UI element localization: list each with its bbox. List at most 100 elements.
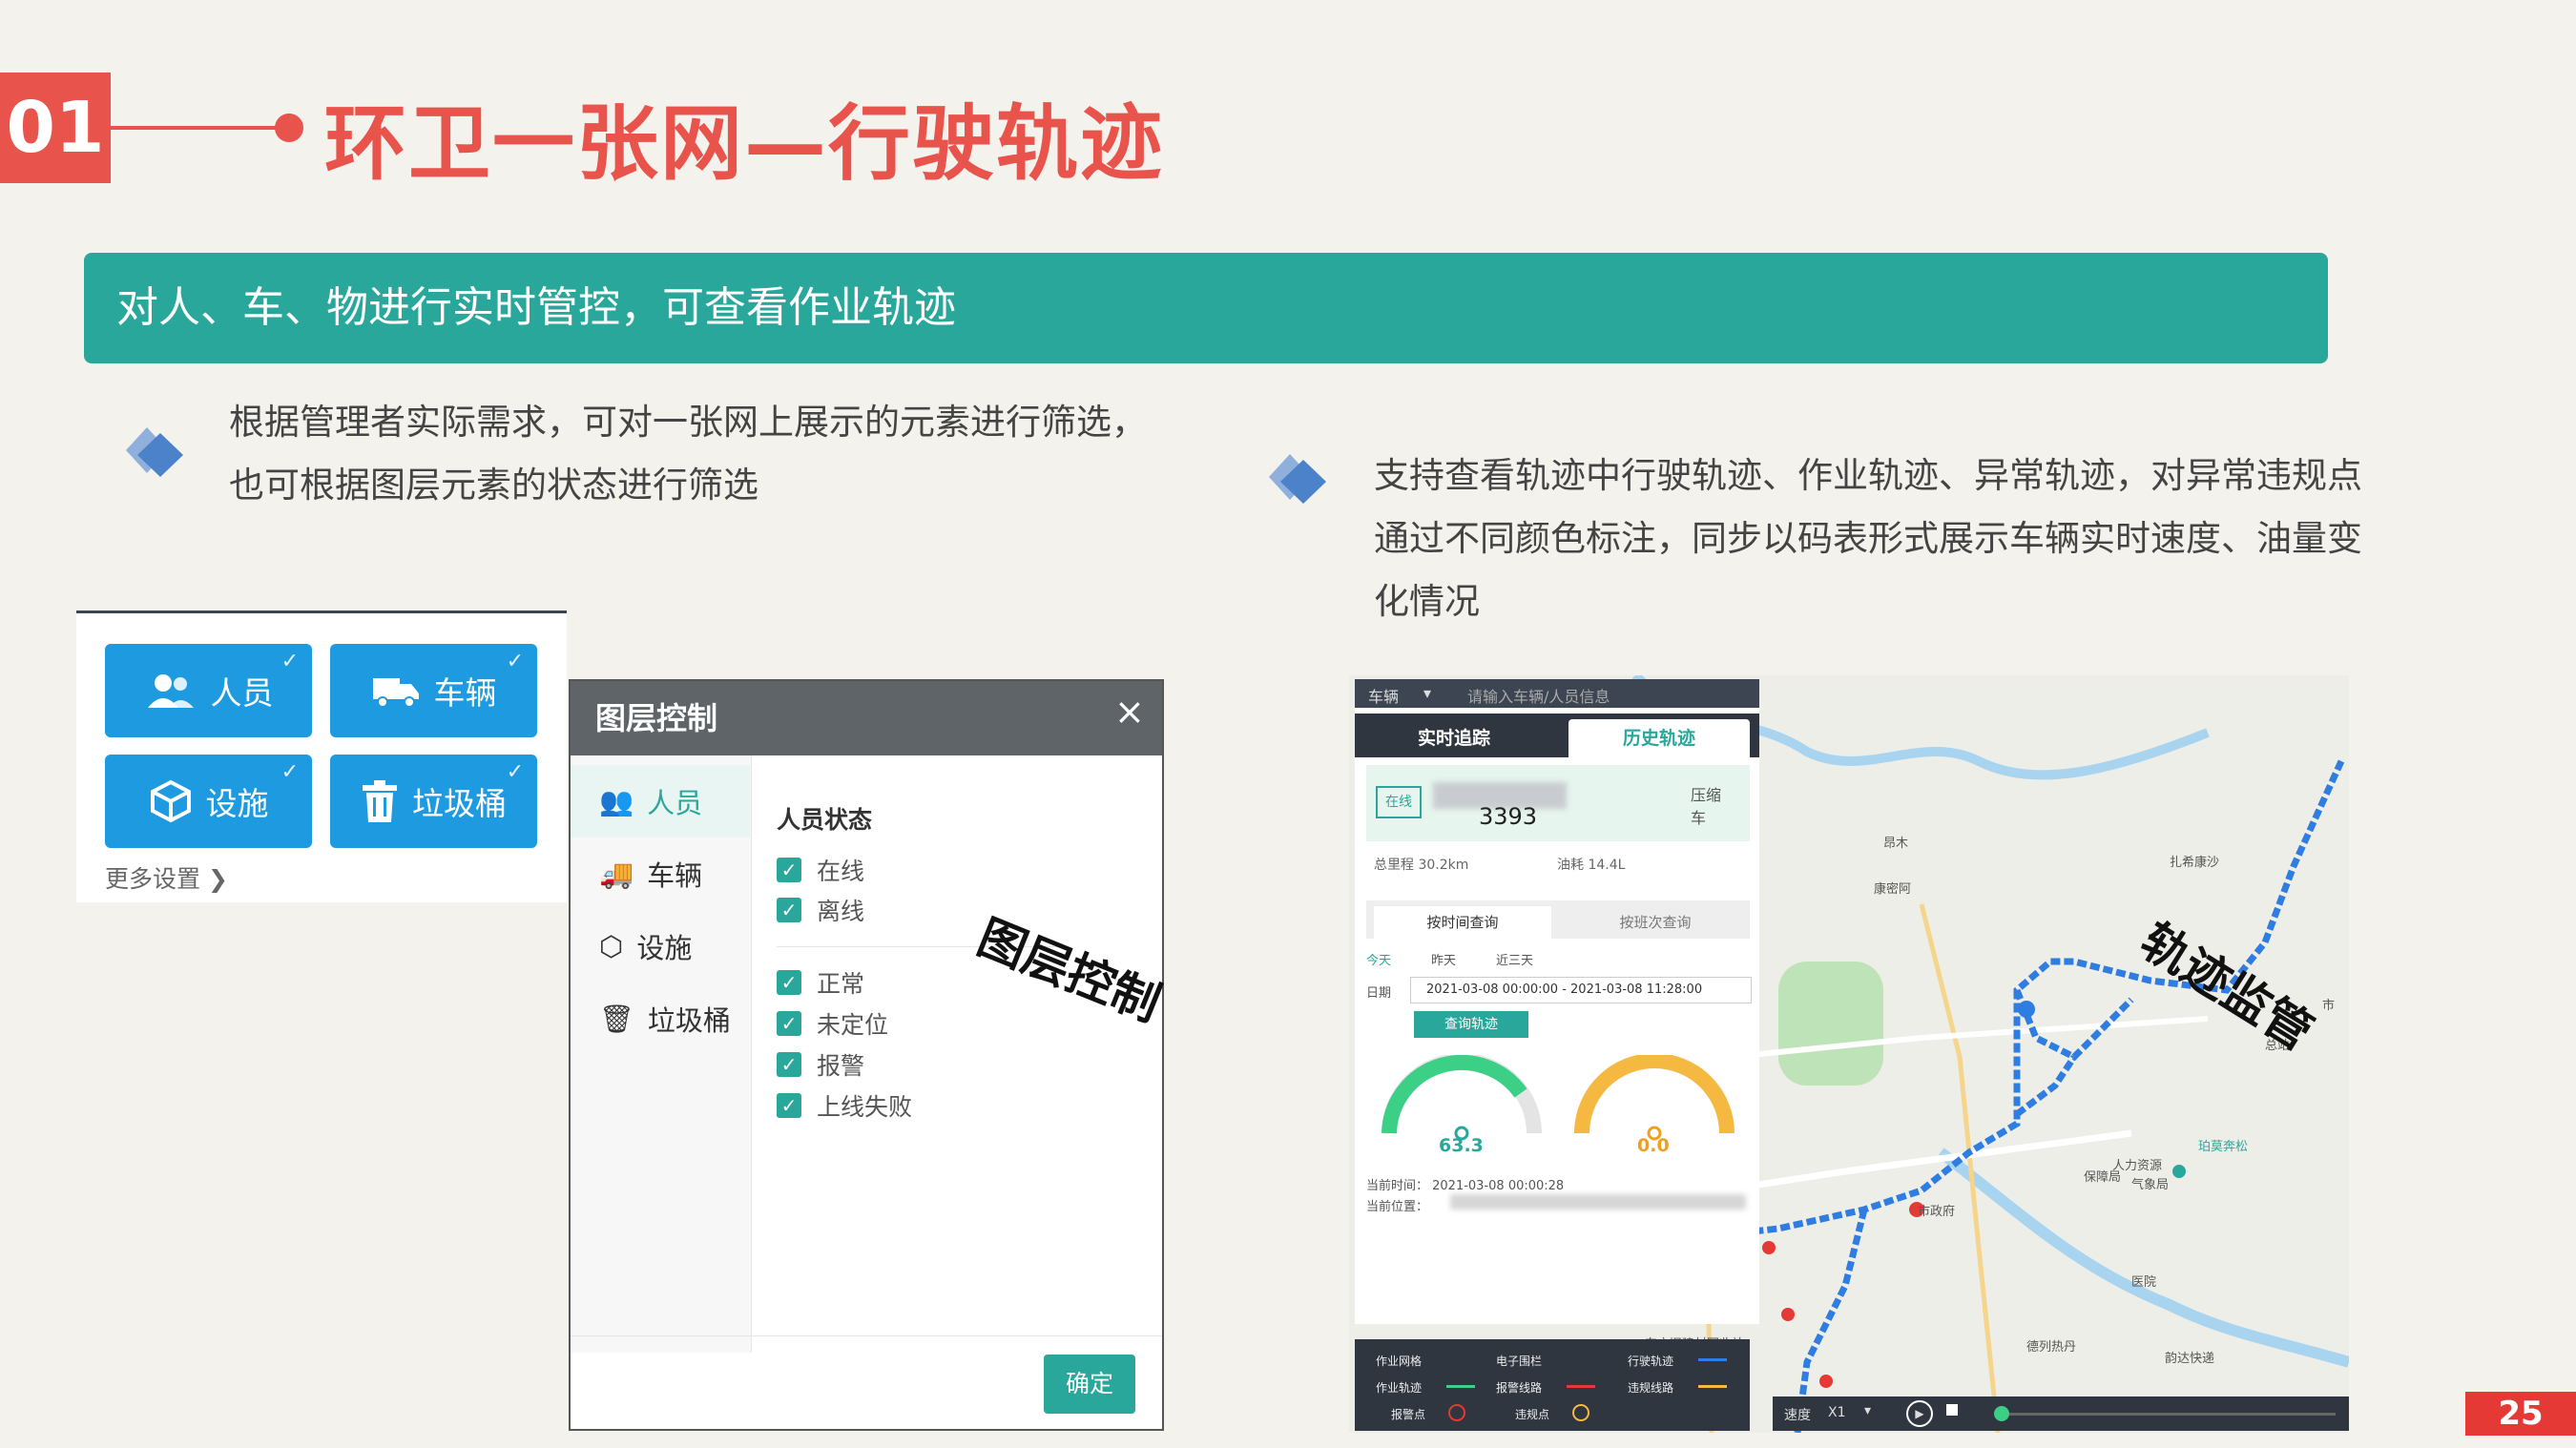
legend-label: 电子围栏 [1496, 1355, 1543, 1368]
sidebar-item-trashcan[interactable]: 🗑 垃圾桶 [571, 983, 750, 1055]
filter-button-facility[interactable]: 设施 ✓ [105, 755, 312, 848]
page-title: 环卫一张网—行驶轨迹 [324, 96, 1164, 192]
playback-speed[interactable]: X1 [1828, 1405, 1846, 1420]
quick-filter-card: 人员 ✓ 车辆 ✓ 设施 ✓ 垃圾桶 ✓ [76, 610, 567, 902]
section-number: 01 [0, 72, 111, 183]
legend-swatch [1446, 1385, 1475, 1388]
query-track-button[interactable]: 查询轨迹 [1414, 1011, 1528, 1038]
checkbox-label: 未定位 [817, 1011, 889, 1039]
dialog-header: 图层控制 × [571, 681, 1162, 755]
search-input[interactable]: 请输入车辆/人员信息 [1467, 684, 1610, 707]
legend-swatch [1698, 1385, 1727, 1388]
track-legend: 作业网格 电子围栏 行驶轨迹 作业轨迹 报警线路 违规线路 报警点 违规点 [1355, 1339, 1750, 1431]
svg-text:保障局: 保障局 [2084, 1170, 2121, 1185]
truck-icon [372, 678, 419, 708]
chevron-down-icon[interactable]: ▾ [1423, 684, 1431, 702]
check-icon: ✓ [280, 650, 299, 673]
legend-label: 报警点 [1391, 1408, 1426, 1421]
current-time: 当前时间： 2021-03-08 00:00:28 [1366, 1179, 1565, 1193]
checkbox-label: 在线 [817, 858, 865, 885]
checkbox-checked-icon: ✓ [777, 858, 801, 882]
header-connector-line [111, 126, 280, 130]
filter-button-vehicle[interactable]: 车辆 ✓ [330, 644, 537, 737]
svg-text:德列热丹: 德列热丹 [2026, 1340, 2076, 1355]
day-yesterday[interactable]: 昨天 [1431, 950, 1456, 968]
legend-label: 行驶轨迹 [1628, 1355, 1674, 1368]
sidebar-item-facility[interactable]: ⬡ 设施 [571, 910, 750, 983]
right-bullet-text: 支持查看轨迹中行驶轨迹、作业轨迹、异常轨迹，对异常违规点 通过不同颜色标注，同步… [1374, 445, 2362, 633]
more-settings-label: 更多设置 [105, 865, 201, 893]
checkbox-label: 正常 [817, 970, 865, 998]
checkbox-checked-icon: ✓ [777, 1011, 801, 1036]
legend-label: 违规线路 [1628, 1381, 1674, 1395]
people-icon [147, 674, 194, 708]
svg-text:昂木: 昂木 [1883, 837, 1908, 851]
tab-query-by-time[interactable]: 按时间查询 [1374, 906, 1551, 939]
sidebar-item-person[interactable]: 👥 人员 [571, 765, 750, 838]
filter-button-label: 设施 [205, 785, 269, 822]
plate-number: 3393 [1479, 803, 1538, 830]
legend-swatch [1448, 1404, 1465, 1421]
filter-button-trashcan[interactable]: 垃圾桶 ✓ [330, 755, 537, 848]
left-bullet-text: 根据管理者实际需求，可对一张网上展示的元素进行筛选， 也可根据图层元素的状态进行… [229, 391, 1147, 517]
person-icon: 👥 [599, 784, 634, 817]
progress-handle[interactable] [1994, 1406, 2009, 1421]
sidebar-item-label: 人员 [647, 787, 703, 819]
speed-label: 速度 [1784, 1408, 1811, 1423]
trash-icon [363, 780, 397, 822]
tab-query-by-shift[interactable]: 按班次查询 [1567, 906, 1744, 939]
checkbox-label: 离线 [817, 898, 865, 925]
checkbox-checked-icon: ✓ [777, 898, 801, 922]
checkbox-label: 上线失败 [817, 1093, 913, 1121]
stop-icon[interactable] [1946, 1404, 1958, 1416]
divider [571, 1335, 1162, 1336]
truck-icon: 🚚 [599, 857, 634, 890]
header-dot [275, 114, 303, 142]
checkbox-online[interactable]: ✓ 在线 [777, 853, 864, 887]
playback-bar: 速度 X1 ▾ ▶ [1773, 1396, 2349, 1431]
speed-value: 63.3 [1439, 1135, 1484, 1156]
subtitle-banner: 对人、车、物进行实时管控，可查看作业轨迹 [84, 253, 2328, 363]
legend-label: 作业轨迹 [1376, 1381, 1423, 1395]
vehicle-card[interactable]: 在线 3393 压缩车 [1366, 765, 1750, 841]
vehicle-type: 压缩车 [1691, 786, 1722, 827]
checkbox-normal[interactable]: ✓ 正常 [777, 965, 864, 1000]
checkbox-label: 报警 [817, 1052, 865, 1080]
close-icon[interactable]: × [1114, 691, 1145, 733]
diamond-bullet-icon [1269, 454, 1326, 504]
tab-realtime[interactable]: 实时追踪 [1368, 719, 1540, 757]
filter-button-person[interactable]: 人员 ✓ [105, 644, 312, 737]
svg-text:韵达快递: 韵达快递 [2165, 1352, 2214, 1366]
checkbox-alarm[interactable]: ✓ 报警 [777, 1047, 864, 1082]
svg-text:气象局: 气象局 [2131, 1177, 2169, 1192]
current-position-label: 当前位置： [1366, 1200, 1429, 1214]
check-icon: ✓ [506, 760, 524, 784]
legend-label: 违规点 [1515, 1408, 1550, 1421]
day-last-three[interactable]: 近三天 [1496, 950, 1533, 968]
day-today[interactable]: 今天 [1366, 950, 1391, 968]
play-icon[interactable]: ▶ [1906, 1400, 1933, 1427]
tab-history[interactable]: 历史轨迹 [1568, 719, 1750, 757]
progress-track[interactable] [2002, 1413, 2336, 1416]
sidebar-item-vehicle[interactable]: 🚚 车辆 [571, 838, 750, 910]
right-bullet-line1: 支持查看轨迹中行驶轨迹、作业轨迹、异常轨迹，对异常违规点 [1374, 455, 2362, 496]
query-mode-tabs: 按时间查询 按班次查询 [1366, 900, 1750, 939]
svg-text:康密阿: 康密阿 [1874, 881, 1911, 897]
filter-button-label: 车辆 [433, 674, 497, 712]
checkbox-offline[interactable]: ✓ 离线 [777, 893, 864, 927]
date-range-input[interactable]: 2021-03-08 00:00:00 - 2021-03-08 11:28:0… [1410, 977, 1752, 1003]
legend-label: 报警线路 [1496, 1381, 1543, 1395]
search-scope-label: 车辆 [1368, 688, 1400, 706]
svg-text:市政府: 市政府 [1918, 1204, 1955, 1219]
legend-swatch [1572, 1404, 1589, 1421]
track-search-bar[interactable]: 车辆 ▾ 请输入车辆/人员信息 [1355, 679, 1759, 708]
checkbox-unlocated[interactable]: ✓ 未定位 [777, 1006, 888, 1041]
checkbox-online-failed[interactable]: ✓ 上线失败 [777, 1088, 912, 1123]
more-settings-link[interactable]: 更多设置 ❯ [105, 860, 228, 895]
right-bullet-line2: 通过不同颜色标注，同步以码表形式展示车辆实时速度、油量变 [1374, 518, 2362, 559]
chevron-down-icon[interactable]: ▾ [1864, 1403, 1871, 1418]
confirm-button[interactable]: 确定 [1044, 1355, 1135, 1414]
filter-button-label: 垃圾桶 [412, 785, 507, 822]
status-badge: 在线 [1376, 786, 1422, 818]
track-tabs: 实时追踪 历史轨迹 [1355, 714, 1759, 757]
